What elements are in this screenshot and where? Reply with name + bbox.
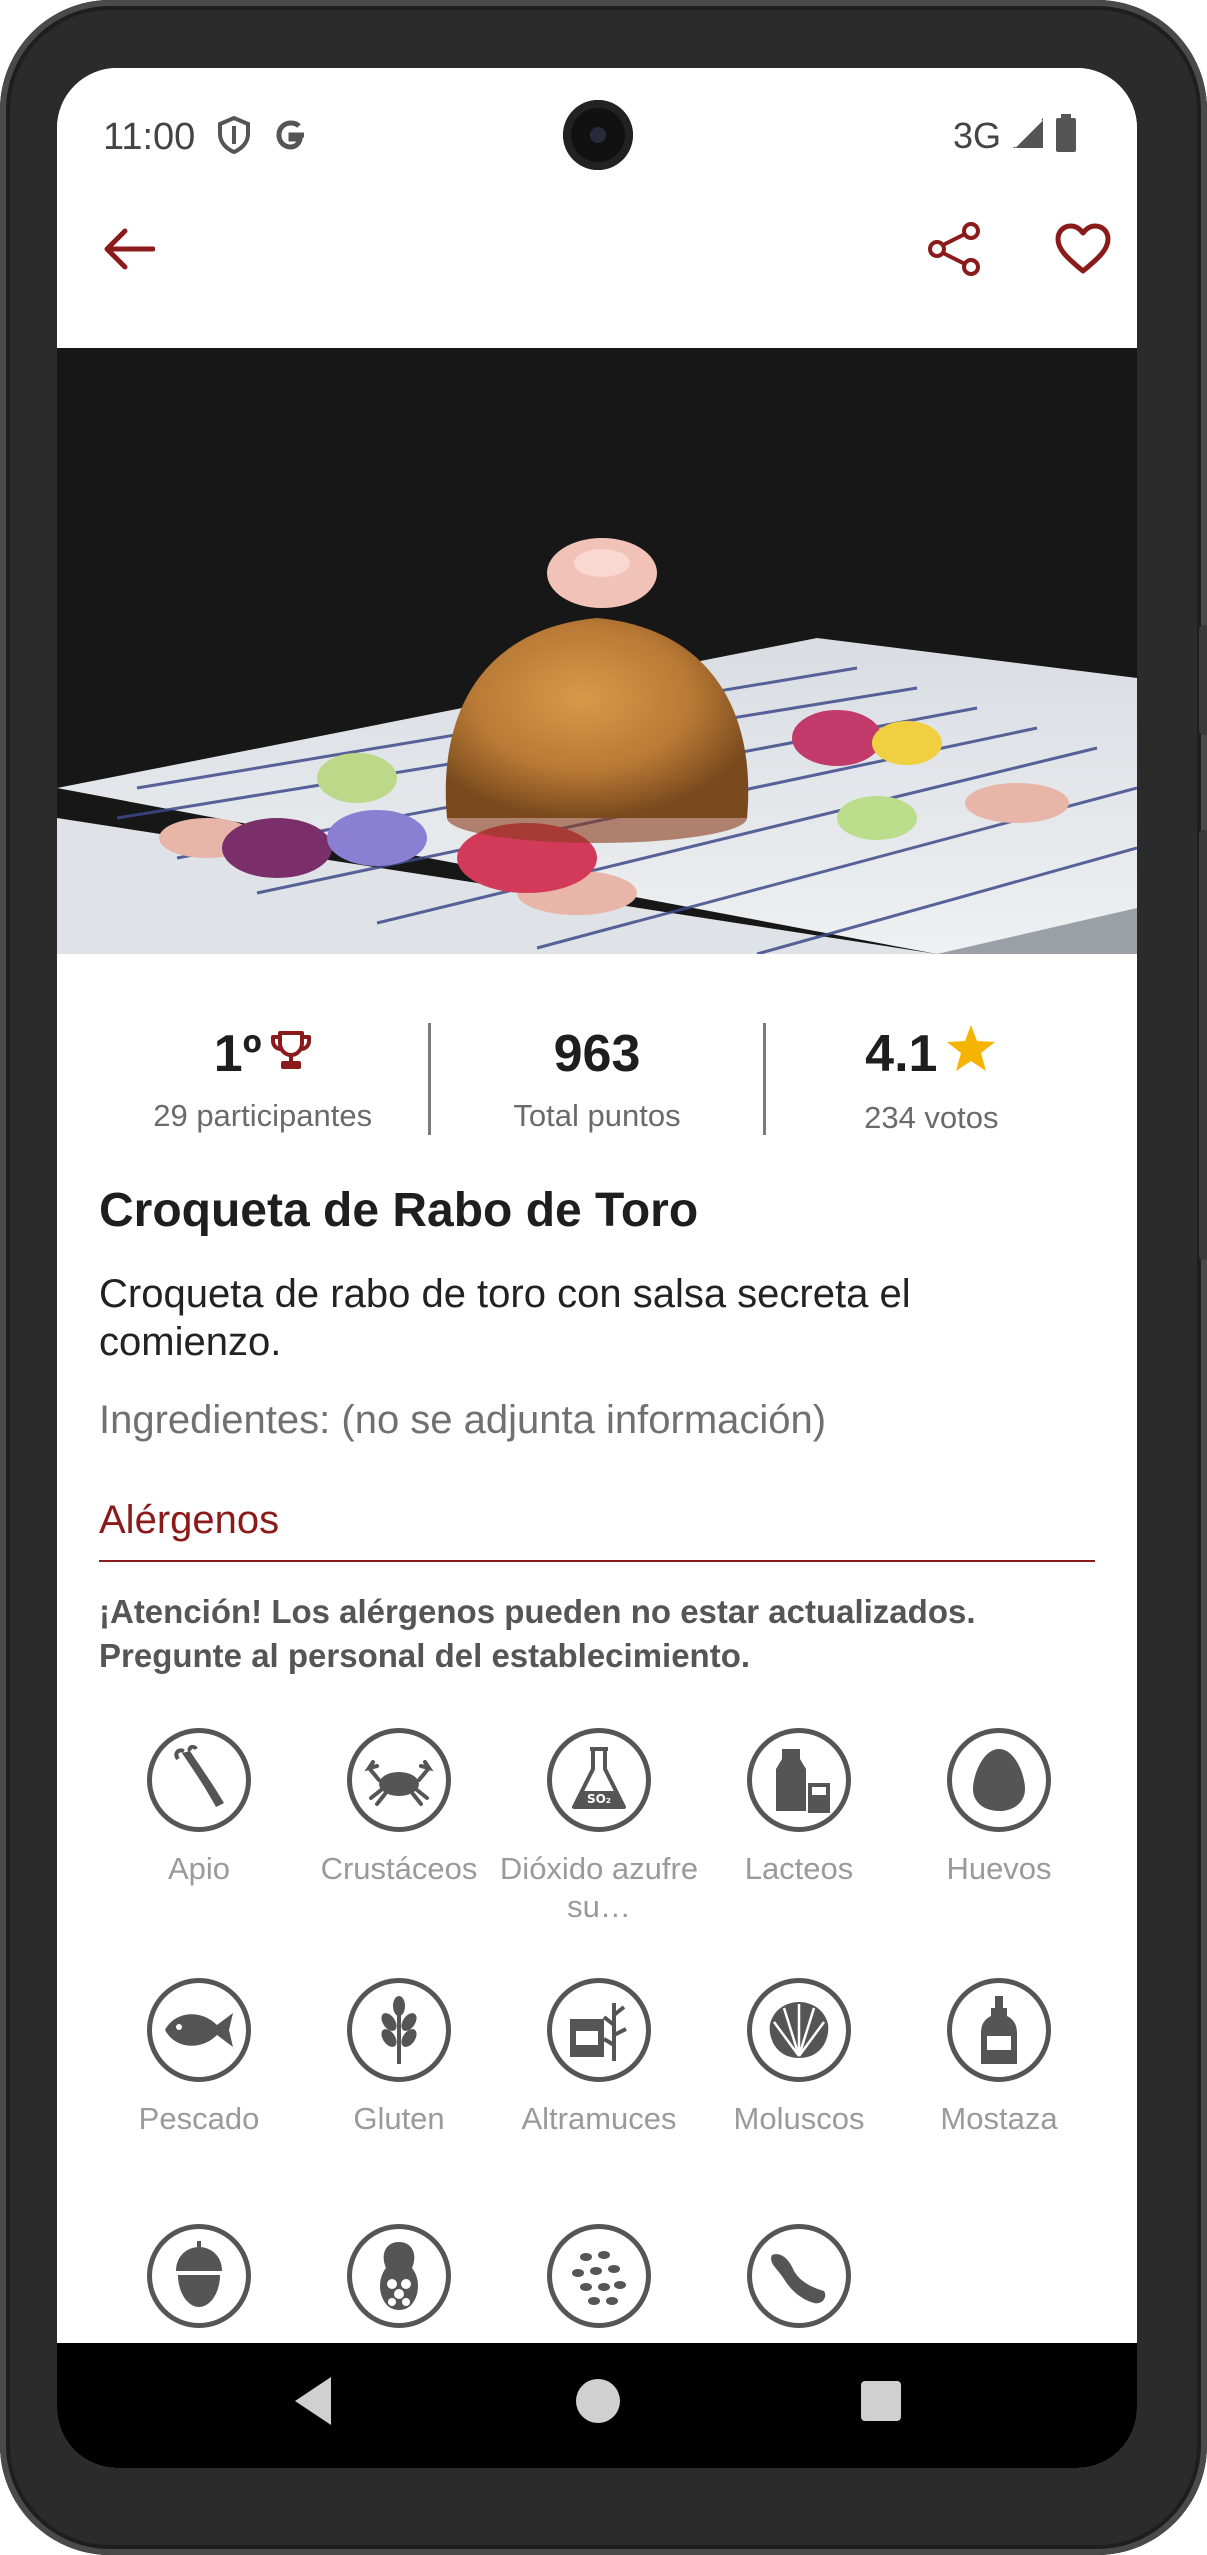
allergen-item[interactable]: Huevos <box>899 1728 1099 1888</box>
allergen-item[interactable]: Gluten <box>299 1978 499 2138</box>
allergen-label: Mostaza <box>940 2101 1058 2136</box>
allergen-item[interactable] <box>699 2224 899 2346</box>
shell-icon <box>747 1978 851 2082</box>
nav-home-icon[interactable] <box>573 2373 623 2434</box>
rank-stat: 1º 29 participantes <box>97 1019 428 1139</box>
allergen-item[interactable]: Crustáceos <box>299 1728 499 1888</box>
allergens-warning: ¡Atención! Los alérgenos pueden no estar… <box>99 1593 976 1674</box>
egg-icon <box>947 1728 1051 1832</box>
milk-icon <box>747 1728 851 1832</box>
celery-icon <box>147 1728 251 1832</box>
status-right: 3G <box>953 114 1077 157</box>
allergen-item[interactable] <box>299 2224 499 2346</box>
points-sub: Total puntos <box>513 1098 681 1133</box>
rating-stat: 4.1 234 votos <box>766 1019 1097 1139</box>
sesame-icon <box>547 2224 651 2328</box>
rating-value: 4.1 <box>865 1025 938 1083</box>
heart-outline-icon[interactable] <box>1043 209 1123 289</box>
soy-icon <box>747 2224 851 2328</box>
allergen-item[interactable]: Pescado <box>99 1978 299 2138</box>
fish-icon <box>147 1978 251 2082</box>
allergen-item[interactable]: Altramuces <box>499 1978 699 2138</box>
rank-value: 1º <box>213 1025 262 1083</box>
rating-sub: 234 votos <box>864 1099 999 1135</box>
allergen-label: Apio <box>167 1851 231 1886</box>
allergens-header: Alérgenos <box>99 1498 280 1542</box>
nav-recents-icon[interactable] <box>857 2373 905 2434</box>
screen: 11:00 3G 1º 29 participantes 963 Total p… <box>57 68 1137 2468</box>
allergen-label: Altramuces <box>521 2101 677 2136</box>
allergen-item[interactable]: Mostaza <box>899 1978 1099 2138</box>
allergen-item[interactable]: Moluscos <box>699 1978 899 2138</box>
google-icon <box>273 117 309 158</box>
signal-icon <box>1011 116 1045 155</box>
status-bar: 11:00 3G <box>57 68 1137 203</box>
status-time: 11:00 <box>103 116 196 158</box>
ingredients-text: Ingredientes: (no se adjunta información… <box>99 1398 827 1442</box>
allergens-underline <box>99 1560 1095 1562</box>
power-button <box>1199 625 1207 735</box>
allergen-item[interactable]: Apio <box>99 1728 299 1888</box>
volume-button <box>1199 830 1207 1260</box>
svg-text:SO₂: SO₂ <box>587 1792 611 1806</box>
dish-photo <box>57 348 1137 954</box>
allergen-label: Gluten <box>353 2101 445 2136</box>
rank-sub: 29 participantes <box>153 1098 373 1133</box>
dish-title: Croqueta de Rabo de Toro <box>99 1184 699 1237</box>
crab-icon <box>347 1728 451 1832</box>
allergen-label: Crustáceos <box>320 1851 478 1886</box>
flask-so2-icon: SO₂ <box>547 1728 651 1832</box>
nut-icon <box>147 2224 251 2328</box>
allergen-label: Pescado <box>138 2101 260 2136</box>
points-stat: 963 Total puntos <box>431 1019 762 1139</box>
camera-cutout <box>563 100 633 170</box>
allergen-label: Lacteos <box>744 1851 854 1886</box>
lupin-icon <box>547 1978 651 2082</box>
allergen-item[interactable]: Lacteos <box>699 1728 899 1888</box>
allergen-item[interactable] <box>499 2224 699 2346</box>
nav-back-icon[interactable] <box>289 2373 337 2434</box>
peanut-icon <box>347 2224 451 2328</box>
status-left-icons <box>217 115 309 159</box>
dish-description: Croqueta de rabo de toro con salsa secre… <box>99 1272 911 1364</box>
allergen-label: Dióxido azufre su… <box>499 1851 699 1924</box>
arrow-left-icon[interactable] <box>89 209 169 289</box>
allergen-label: Moluscos <box>733 2101 865 2136</box>
points-value: 963 <box>553 1025 641 1083</box>
star-icon <box>945 1023 997 1086</box>
mustard-icon <box>947 1978 1051 2082</box>
trophy-icon <box>270 1024 312 1084</box>
wheat-icon <box>347 1978 451 2082</box>
shield-icon <box>217 115 251 159</box>
share-icon[interactable] <box>915 209 995 289</box>
battery-icon <box>1055 114 1077 157</box>
allergen-item[interactable]: SO₂ Dióxido azufre su… <box>499 1728 699 1926</box>
network-type: 3G <box>952 114 1001 156</box>
system-nav-bar <box>57 2343 1137 2468</box>
allergen-label: Huevos <box>946 1851 1052 1886</box>
stats-row: 1º 29 participantes 963 Total puntos 4.1… <box>97 1019 1097 1139</box>
allergen-item[interactable] <box>99 2224 299 2346</box>
